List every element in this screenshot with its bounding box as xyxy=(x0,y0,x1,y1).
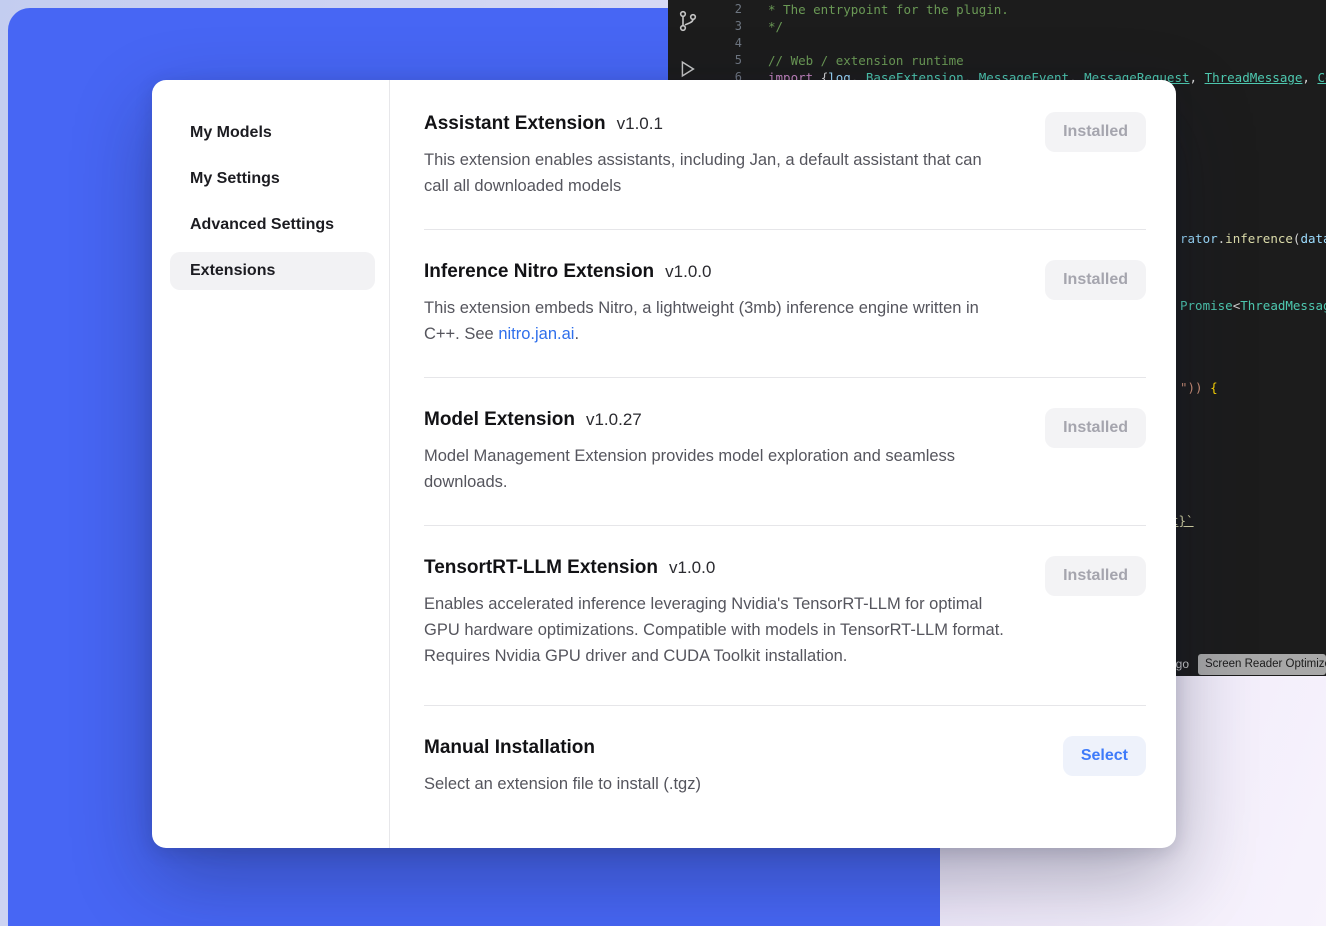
installed-button[interactable]: Installed xyxy=(1045,556,1146,596)
source-control-icon[interactable] xyxy=(676,8,706,34)
run-debug-icon[interactable] xyxy=(676,58,706,80)
code-line: */ xyxy=(768,18,1326,35)
editor-activity-bar xyxy=(676,8,706,80)
page: 2 3 4 5 6 * The entrypoint for the plugi… xyxy=(0,0,1326,926)
extension-item-model: Model Extension v1.0.27 Model Management… xyxy=(424,378,1146,526)
code-fragment: Promise<ThreadMessage> xyxy=(1180,297,1326,314)
extension-item-tensorrt: TensortRT-LLM Extension v1.0.0 Enables a… xyxy=(424,526,1146,706)
extension-title: TensortRT-LLM Extension xyxy=(424,556,658,580)
extension-title: Inference Nitro Extension xyxy=(424,260,654,284)
extensions-panel: Assistant Extension v1.0.1 This extensio… xyxy=(390,80,1176,848)
installed-button[interactable]: Installed xyxy=(1045,408,1146,448)
editor-gutter: 2 3 4 5 6 xyxy=(720,1,742,86)
code-line: * The entrypoint for the plugin. xyxy=(768,1,1326,18)
extension-item-nitro: Inference Nitro Extension v1.0.0 This ex… xyxy=(424,230,1146,378)
editor-code: * The entrypoint for the plugin. */ // W… xyxy=(768,1,1326,86)
code-line: // Web / extension runtime xyxy=(768,52,1326,69)
installed-button[interactable]: Installed xyxy=(1045,112,1146,152)
extension-title: Model Extension xyxy=(424,408,575,432)
settings-sidebar: My Models My Settings Advanced Settings … xyxy=(152,80,390,848)
extension-version: v1.0.1 xyxy=(617,114,663,134)
extension-description: This extension embeds Nitro, a lightweig… xyxy=(424,295,1009,347)
sidebar-item-my-settings[interactable]: My Settings xyxy=(170,160,375,198)
code-line xyxy=(768,35,1326,52)
extension-description: Enables accelerated inference leveraging… xyxy=(424,591,1009,669)
manual-installation-section: Manual Installation Select an extension … xyxy=(424,706,1146,827)
sidebar-item-advanced-settings[interactable]: Advanced Settings xyxy=(170,206,375,244)
code-fragment: ")) { xyxy=(1180,379,1218,396)
line-number: 3 xyxy=(720,18,742,35)
line-number: 2 xyxy=(720,1,742,18)
extension-version: v1.0.0 xyxy=(669,558,715,578)
screen-reader-status-chip[interactable]: Screen Reader Optimize xyxy=(1198,654,1326,675)
sidebar-item-my-models[interactable]: My Models xyxy=(170,114,375,152)
extension-version: v1.0.27 xyxy=(586,410,642,430)
extension-version: v1.0.0 xyxy=(665,262,711,282)
nitro-jan-ai-link[interactable]: nitro.jan.ai xyxy=(498,325,574,343)
settings-modal: My Models My Settings Advanced Settings … xyxy=(152,80,1176,848)
installed-button[interactable]: Installed xyxy=(1045,260,1146,300)
line-number: 5 xyxy=(720,52,742,69)
manual-installation-title: Manual Installation xyxy=(424,736,595,760)
extension-item-assistant: Assistant Extension v1.0.1 This extensio… xyxy=(424,80,1146,230)
sidebar-item-extensions[interactable]: Extensions xyxy=(170,252,375,290)
extension-description: Model Management Extension provides mode… xyxy=(424,443,1009,495)
extension-title: Assistant Extension xyxy=(424,112,606,136)
status-language-label: go xyxy=(1176,656,1189,673)
description-text: . xyxy=(574,325,579,343)
manual-installation-description: Select an extension file to install (.tg… xyxy=(424,771,701,797)
line-number: 4 xyxy=(720,35,742,52)
code-fragment: rator.inference(data)); xyxy=(1180,230,1326,247)
select-file-button[interactable]: Select xyxy=(1063,736,1146,776)
extension-description: This extension enables assistants, inclu… xyxy=(424,147,1009,199)
